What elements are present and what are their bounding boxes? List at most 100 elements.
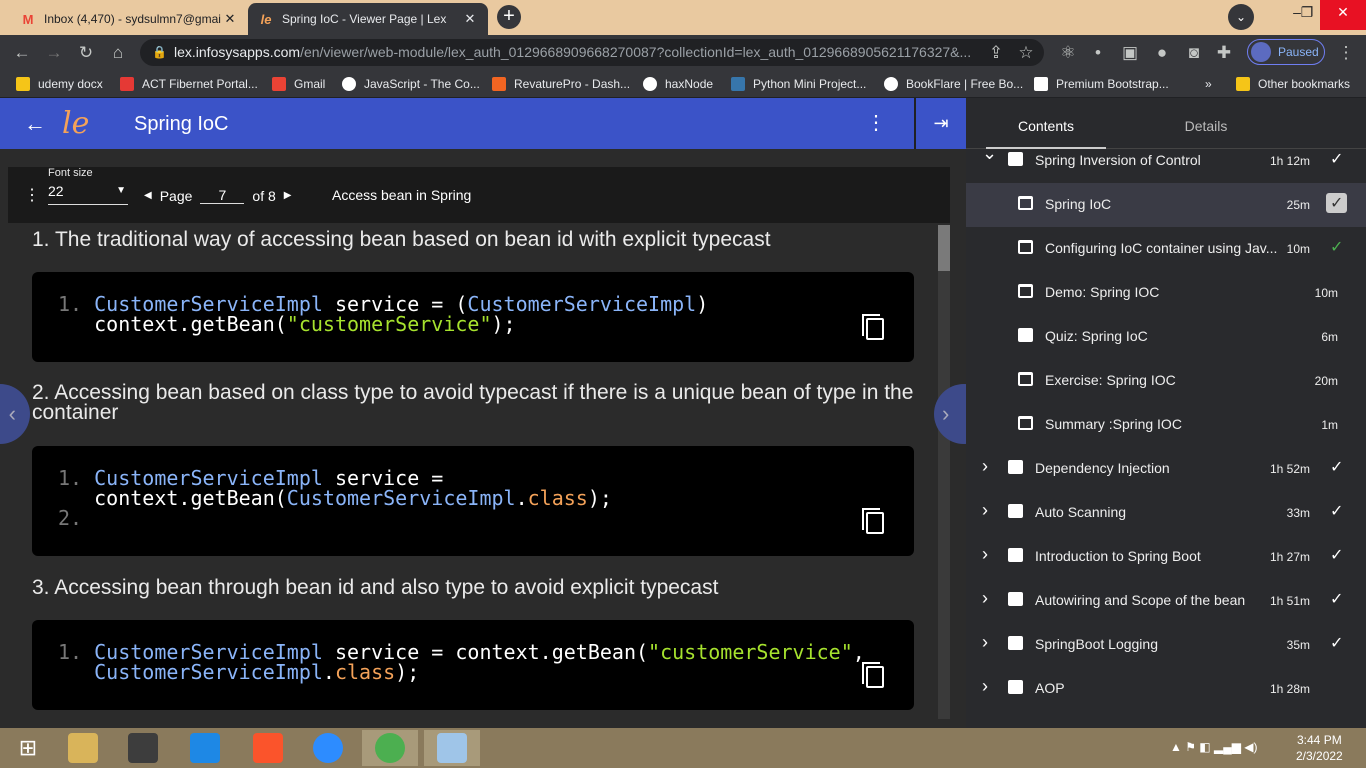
sidebar-item[interactable]: › Dependency Injection 1h 52m ✓ bbox=[966, 447, 1366, 491]
start-button[interactable]: ⊞ bbox=[0, 730, 56, 766]
sidebar-item-label: Introduction to Spring Boot bbox=[1035, 548, 1201, 564]
check-icon: ✓ bbox=[1330, 635, 1344, 652]
extension-icon[interactable]: • bbox=[1086, 41, 1110, 65]
tab-search-icon[interactable]: ⌄ bbox=[1228, 4, 1254, 30]
extension-icon[interactable]: ● bbox=[1150, 41, 1174, 65]
bookmark-item[interactable]: BookFlare | Free Bo... bbox=[884, 76, 1023, 92]
chevron-right-icon[interactable]: › bbox=[982, 588, 988, 609]
restore-icon[interactable]: ❐ bbox=[1296, 0, 1318, 30]
collapse-sidebar-icon[interactable]: ⇥ bbox=[916, 98, 966, 149]
copy-icon[interactable] bbox=[862, 662, 884, 688]
contents-sidebar: Contents Details ⌄ Spring Inversion of Co… bbox=[966, 98, 1366, 728]
tab-title: Inbox (4,470) - sydsulmn7@gmai bbox=[44, 12, 221, 26]
chevron-right-icon[interactable]: › bbox=[982, 676, 988, 697]
address-bar[interactable]: 🔒 lex.infosysapps.com/en/viewer/web-modu… bbox=[140, 39, 1044, 66]
taskbar-app[interactable] bbox=[362, 730, 418, 766]
bookmark-item[interactable]: RevaturePro - Dash... bbox=[492, 76, 630, 92]
bookmark-item[interactable]: haxNode bbox=[643, 76, 713, 92]
extension-react-icon[interactable]: ⚛ bbox=[1056, 41, 1080, 65]
sidebar-item[interactable]: › Autowiring and Scope of the bean 1h 51m ✓ bbox=[966, 579, 1366, 623]
camera-icon[interactable]: ◙ bbox=[1182, 41, 1206, 65]
back-icon[interactable]: ← bbox=[10, 41, 34, 65]
sidebar-item[interactable]: Quiz: Spring IoC 6m bbox=[966, 315, 1366, 359]
scrollbar-track[interactable] bbox=[938, 225, 950, 719]
bookmark-item[interactable]: Premium Bootstrap... bbox=[1034, 76, 1169, 92]
taskbar-app[interactable] bbox=[177, 730, 233, 766]
chevron-down-icon[interactable]: ⌄ bbox=[982, 143, 997, 164]
document-icon bbox=[1018, 284, 1033, 298]
sidebar-item[interactable]: Exercise: Spring IOC 20m bbox=[966, 359, 1366, 403]
check-icon: ✓ bbox=[1326, 193, 1348, 213]
window-close-icon[interactable]: ✕ bbox=[1320, 0, 1366, 30]
page-control: ◀ Page 7 of 8 ▶ bbox=[144, 187, 291, 204]
close-icon[interactable]: ✕ bbox=[462, 11, 478, 27]
scrollbar-thumb[interactable] bbox=[938, 225, 950, 271]
folder-icon bbox=[1008, 636, 1023, 650]
sidebar-item[interactable]: Summary :Spring IOC 1m bbox=[966, 403, 1366, 447]
zoom-icon bbox=[313, 733, 343, 763]
copy-icon[interactable] bbox=[862, 314, 884, 340]
bookmark-item[interactable]: ACT Fibernet Portal... bbox=[120, 76, 258, 92]
chevron-right-icon[interactable]: › bbox=[982, 544, 988, 565]
close-icon[interactable]: ✕ bbox=[222, 11, 238, 27]
sidebar-item[interactable]: › SpringBoot Logging 35m ✓ bbox=[966, 623, 1366, 667]
bookmark-item[interactable]: Python Mini Project... bbox=[731, 76, 866, 92]
puzzle-icon[interactable]: ✚ bbox=[1212, 41, 1236, 65]
system-tray[interactable]: ▲ ⚑ ◧ ▂▄▆ ◀) bbox=[1170, 740, 1258, 754]
forward-icon[interactable]: → bbox=[42, 41, 66, 65]
sidebar-item[interactable]: Configuring IoC container using Jav... 10… bbox=[966, 227, 1366, 271]
tab-gmail[interactable]: M Inbox (4,470) - sydsulmn7@gmai ✕ bbox=[10, 3, 248, 35]
chevron-right-icon[interactable]: › bbox=[982, 456, 988, 477]
home-icon[interactable]: ⌂ bbox=[106, 41, 130, 65]
sidebar-item[interactable]: ⌄ Spring Inversion of Control 1h 12m ✓ bbox=[966, 139, 1366, 183]
tab-strip: M Inbox (4,470) - sydsulmn7@gmai ✕ le Sp… bbox=[0, 0, 1366, 35]
copy-icon[interactable] bbox=[862, 508, 884, 534]
bookmark-item[interactable]: JavaScript - The Co... bbox=[342, 76, 480, 92]
sidebar-item[interactable]: Spring IoC 25m ✓ bbox=[966, 183, 1366, 227]
sidebar-item[interactable]: › Auto Scanning 33m ✓ bbox=[966, 491, 1366, 535]
share-icon[interactable]: ⇪ bbox=[984, 41, 1008, 65]
paragraph: 3. Accessing bean through bean id and al… bbox=[32, 576, 719, 599]
prev-page-icon[interactable]: ◀ bbox=[144, 190, 152, 201]
sidebar-item[interactable]: › AOP 1h 28m bbox=[966, 667, 1366, 711]
url-host: lex.infosysapps.com bbox=[174, 44, 301, 60]
font-size-select[interactable]: 22 ▼ bbox=[48, 183, 128, 205]
reload-icon[interactable]: ↻ bbox=[74, 41, 98, 65]
taskbar-app[interactable] bbox=[240, 730, 296, 766]
folder-icon bbox=[16, 77, 30, 91]
taskbar-app[interactable] bbox=[115, 730, 171, 766]
folder-icon bbox=[1008, 152, 1023, 166]
bookmark-item[interactable]: udemy docx bbox=[16, 76, 103, 92]
more-options-icon[interactable]: ⋮ bbox=[866, 110, 886, 135]
new-tab-button[interactable]: + bbox=[497, 5, 521, 29]
chevron-right-icon[interactable]: › bbox=[982, 500, 988, 521]
prev-nav-button[interactable]: ‹ bbox=[0, 384, 30, 444]
sidebar-item[interactable]: Demo: Spring IOC 10m bbox=[966, 271, 1366, 315]
taskbar-app[interactable] bbox=[300, 730, 356, 766]
sidebar-item[interactable]: › Introduction to Spring Boot 1h 27m ✓ bbox=[966, 535, 1366, 579]
back-arrow-icon[interactable]: ← bbox=[24, 111, 46, 137]
taskbar-app[interactable] bbox=[424, 730, 480, 766]
act-icon bbox=[120, 77, 134, 91]
duration-label: 33m bbox=[1286, 506, 1310, 520]
clock[interactable]: 3:44 PM 2/3/2022 bbox=[1296, 732, 1343, 764]
bookmark-star-icon[interactable]: ☆ bbox=[1014, 41, 1038, 65]
extension-icon[interactable]: ▣ bbox=[1118, 41, 1142, 65]
app-header: ← le Spring IoC ⋮ bbox=[0, 98, 914, 149]
profile-button[interactable]: Paused bbox=[1247, 39, 1325, 65]
tab-lex[interactable]: le Spring IoC - Viewer Page | Lex ✕ bbox=[248, 3, 488, 35]
folder-icon bbox=[1008, 548, 1023, 562]
bookmark-item[interactable]: Gmail bbox=[272, 76, 325, 92]
other-bookmarks[interactable]: Other bookmarks bbox=[1236, 76, 1350, 92]
duration-label: 1h 51m bbox=[1269, 594, 1310, 608]
lex-logo: le bbox=[62, 106, 90, 141]
page-input[interactable]: 7 bbox=[200, 187, 245, 204]
document-icon bbox=[1018, 240, 1033, 254]
options-icon[interactable]: ⋮ bbox=[24, 185, 40, 205]
chevron-right-icon[interactable]: › bbox=[982, 632, 988, 653]
taskbar-app[interactable] bbox=[55, 730, 111, 766]
bookmarks-overflow[interactable]: » bbox=[1205, 76, 1212, 92]
menu-icon[interactable]: ⋮ bbox=[1334, 41, 1358, 65]
next-page-icon[interactable]: ▶ bbox=[284, 190, 292, 201]
sidebar-item-label: Configuring IoC container using Jav... bbox=[1045, 240, 1278, 256]
